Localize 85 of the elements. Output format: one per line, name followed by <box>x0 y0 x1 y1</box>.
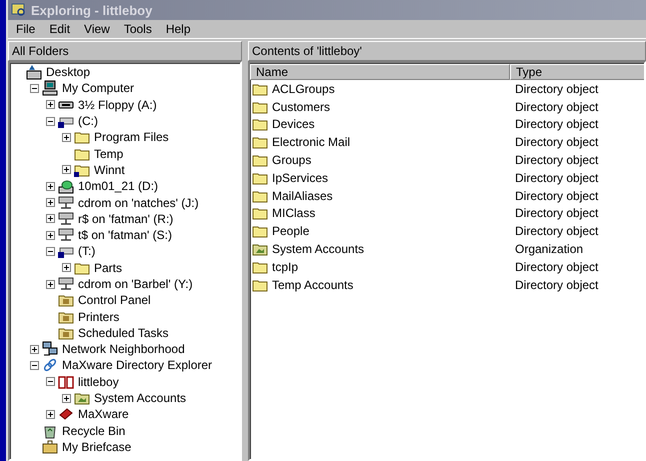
collapse-toggle[interactable] <box>30 84 39 93</box>
item-name[interactable]: MailAliases <box>272 188 333 203</box>
menu-item[interactable]: Help <box>160 22 197 36</box>
expand-toggle[interactable] <box>62 263 71 272</box>
collapse-toggle[interactable] <box>30 360 39 370</box>
item-type: Directory object <box>514 153 600 168</box>
menu-item[interactable]: Edit <box>43 22 76 36</box>
tree-item[interactable]: r$ on 'fatman' (R:) <box>78 212 174 226</box>
tree-item[interactable]: (C:) <box>78 114 98 128</box>
cd-drive-icon <box>58 178 74 194</box>
tree-item[interactable]: 3½ Floppy (A:) <box>78 98 157 112</box>
expand-toggle[interactable] <box>46 100 55 110</box>
network-drive-icon <box>58 210 74 227</box>
tree-item[interactable]: Program Files <box>94 130 169 144</box>
item-type: Directory object <box>514 82 600 96</box>
tree-item[interactable]: 10m01_21 (D:) <box>78 179 158 194</box>
expand-toggle[interactable] <box>46 230 55 240</box>
tree-item[interactable]: Desktop <box>46 65 90 80</box>
item-type: Organization <box>514 242 584 256</box>
network-drive-icon <box>58 227 74 244</box>
tree-item[interactable]: MaXware Directory Explorer <box>62 358 212 372</box>
item-type: Directory object <box>514 170 600 185</box>
tree-item[interactable]: Printers <box>78 310 120 324</box>
item-type: Directory object <box>514 278 600 292</box>
collapse-toggle[interactable] <box>46 377 55 386</box>
item-type: Directory object <box>514 260 600 274</box>
collapse-toggle[interactable] <box>46 116 55 126</box>
expand-toggle[interactable] <box>46 198 55 208</box>
expand-toggle[interactable] <box>46 182 55 191</box>
pane-header: All Folders <box>8 41 242 61</box>
item-name[interactable]: People <box>272 224 310 238</box>
item-name[interactable]: Groups <box>272 153 312 168</box>
tree-item[interactable]: Winnt <box>94 162 125 177</box>
column-header[interactable]: Name <box>250 64 510 80</box>
briefcase-icon <box>42 438 58 455</box>
tree-item[interactable]: (T:) <box>78 244 96 258</box>
item-name[interactable]: tcpIp <box>272 260 298 274</box>
expand-toggle[interactable] <box>46 410 55 419</box>
tree-item[interactable]: Network Neighborhood <box>62 342 185 356</box>
item-name[interactable]: Customers <box>272 100 330 114</box>
item-name[interactable]: MIClass <box>272 206 316 220</box>
expand-toggle[interactable] <box>62 165 71 174</box>
expand-toggle[interactable] <box>62 394 71 403</box>
explorer-icon <box>11 2 27 18</box>
item-name[interactable]: ACLGroups <box>272 82 335 96</box>
menu-item[interactable]: File <box>10 22 42 36</box>
item-name[interactable]: IpServices <box>272 170 328 185</box>
tree-item[interactable]: t$ on 'fatman' (S:) <box>78 228 172 242</box>
tree-item[interactable]: My Computer <box>62 81 134 96</box>
tree-item[interactable]: cdrom on 'natches' (J:) <box>78 196 199 210</box>
menu-item[interactable]: Tools <box>118 22 158 36</box>
window-title: Exploring - littleboy <box>31 2 152 18</box>
expand-toggle[interactable] <box>62 132 71 142</box>
item-type: Directory object <box>514 117 600 132</box>
pane-header: Contents of 'littleboy' <box>248 41 646 61</box>
item-type: Directory object <box>514 100 600 114</box>
tree-item[interactable]: Scheduled Tasks <box>78 326 169 340</box>
tree-item[interactable]: Control Panel <box>78 293 151 308</box>
computer-icon <box>42 80 58 96</box>
tree-item[interactable]: Parts <box>94 260 122 275</box>
collapse-toggle[interactable] <box>46 246 55 256</box>
item-type: Directory object <box>514 224 600 238</box>
network-drive-icon <box>58 194 74 211</box>
item-name[interactable]: System Accounts <box>272 242 364 256</box>
tree-item[interactable]: Temp <box>94 146 124 161</box>
column-header[interactable]: Type <box>510 64 644 80</box>
item-type: Directory object <box>514 206 600 220</box>
item-name[interactable]: Electronic Mail <box>272 135 350 150</box>
tree-item[interactable]: My Briefcase <box>62 440 132 454</box>
chain-link-icon <box>42 357 58 374</box>
tree-item[interactable]: Recycle Bin <box>62 424 126 438</box>
menu-item[interactable]: View <box>78 22 116 36</box>
item-type: Directory object <box>514 135 600 150</box>
tree-item[interactable]: cdrom on 'Barbel' (Y:) <box>78 277 193 291</box>
expand-toggle[interactable] <box>46 280 55 288</box>
tree-item[interactable]: MaXware <box>78 407 129 422</box>
item-name[interactable]: Devices <box>272 117 315 132</box>
item-type: Directory object <box>514 188 600 203</box>
network-drive-icon <box>58 276 74 292</box>
tree-item[interactable]: System Accounts <box>94 391 186 406</box>
tree-item[interactable]: littleboy <box>78 374 119 389</box>
expand-toggle[interactable] <box>46 214 55 224</box>
network-icon <box>42 341 58 358</box>
item-name[interactable]: Temp Accounts <box>272 278 354 292</box>
expand-toggle[interactable] <box>30 344 39 354</box>
